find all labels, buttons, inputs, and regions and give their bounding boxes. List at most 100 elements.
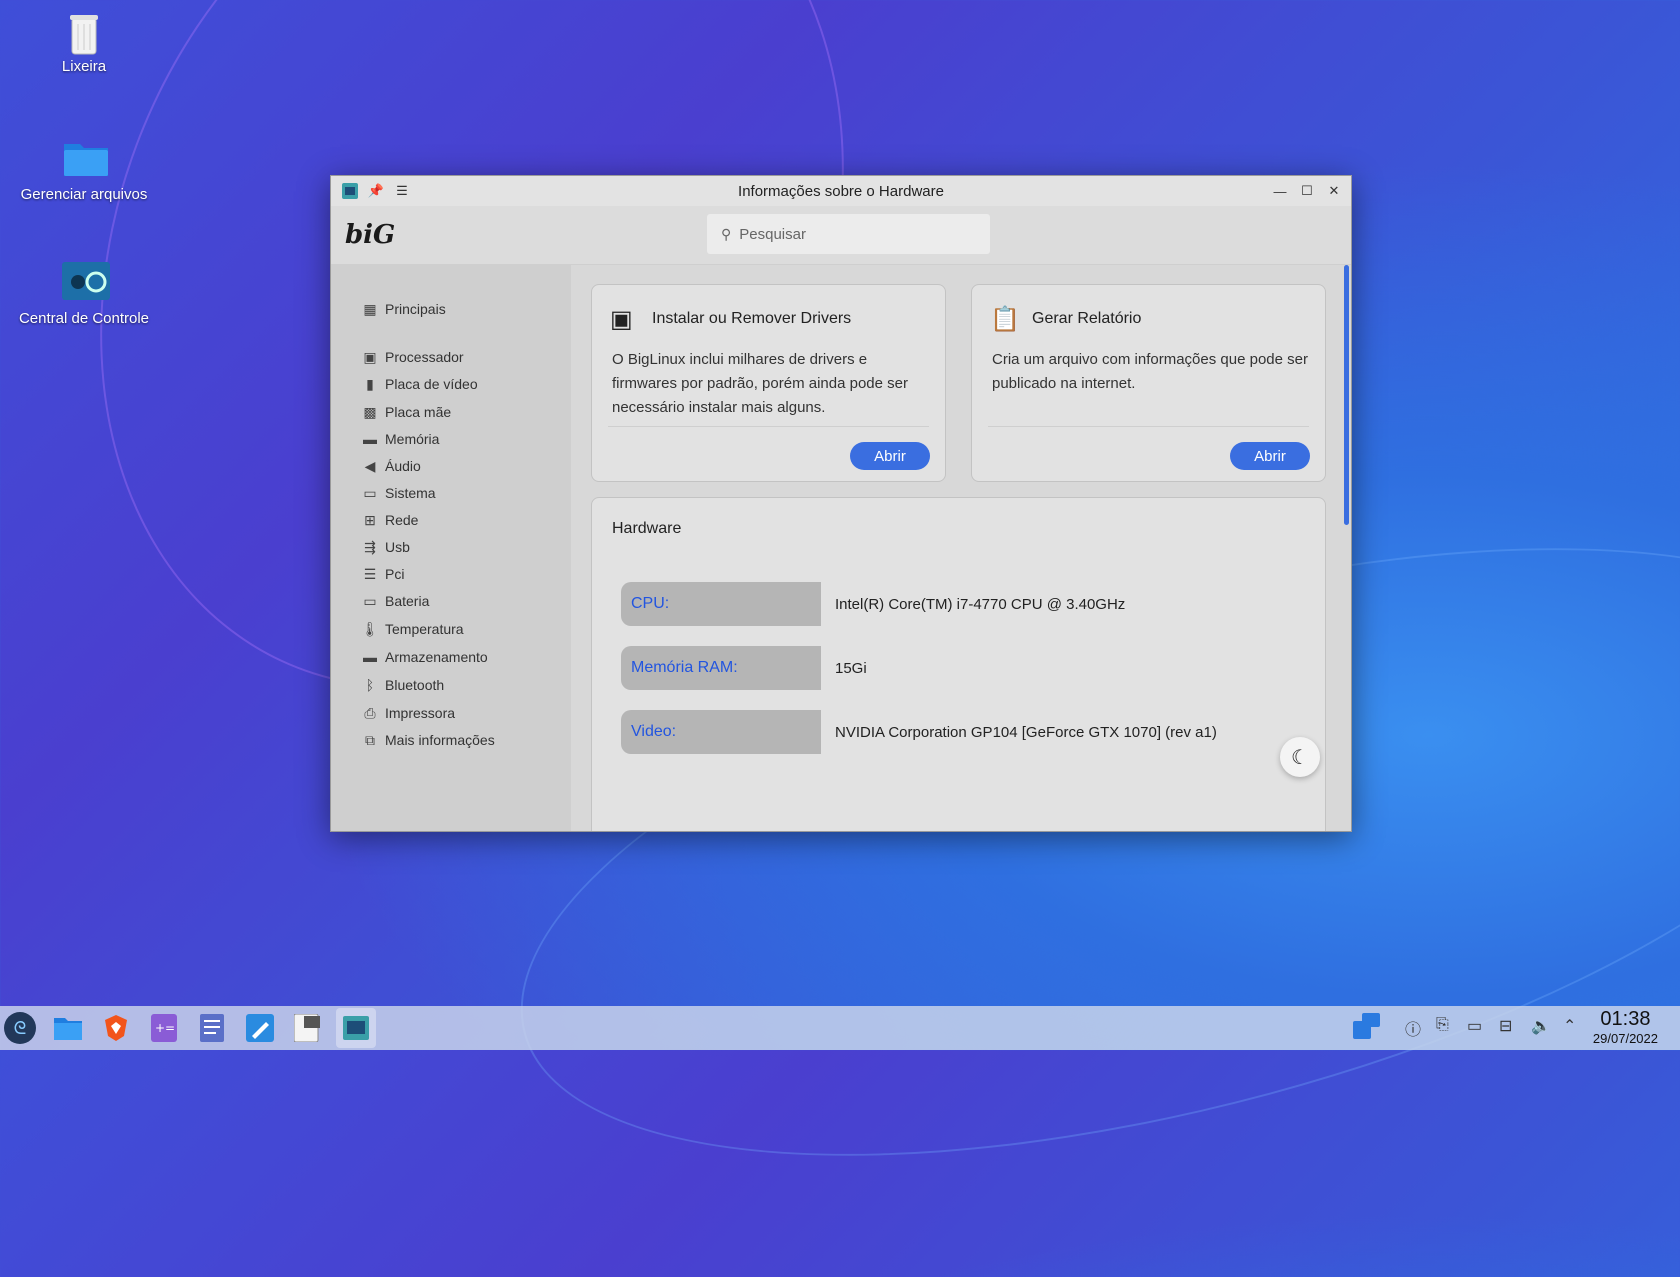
maximize-icon[interactable]: ☐	[1296, 180, 1318, 202]
dark-mode-toggle-moon-icon[interactable]: ☾	[1280, 737, 1320, 777]
sidebar-item-temperatura[interactable]: 🌡 Temperatura	[361, 621, 464, 638]
hw-value: 15Gi	[835, 659, 867, 677]
hw-value: Intel(R) Core(TM) i7-4770 CPU @ 3.40GHz	[835, 595, 1126, 613]
search-placeholder: Pesquisar	[739, 225, 806, 243]
clock-time: 01:38	[1600, 1008, 1651, 1030]
folder-icon	[62, 138, 108, 182]
desktop-icon-label: Lixeira	[61, 58, 107, 75]
sidebar-item-label: Bateria	[385, 593, 430, 609]
svg-text:+=: +=	[155, 1021, 175, 1035]
calculator-icon[interactable]: +=	[148, 1012, 180, 1044]
window-titlebar[interactable]: 📌 ☰ Informações sobre o Hardware — ☐ ✕	[331, 176, 1351, 206]
more-info-icon: ⧉	[365, 731, 375, 748]
minimize-icon[interactable]: —	[1269, 180, 1291, 202]
sidebar-item-usb[interactable]: ⇶ Usb	[361, 538, 410, 556]
sidebar-item-sistema[interactable]: ▭ Sistema	[361, 484, 436, 502]
clock[interactable]: 01:38 29/07/2022	[1593, 1008, 1658, 1046]
hardware-card-title: Hardware	[612, 520, 682, 537]
documents-icon[interactable]	[196, 1012, 228, 1044]
sidebar-item-label: Bluetooth	[385, 677, 445, 693]
sidebar-item-label: Processador	[385, 349, 464, 365]
drivers-card: ▣ Instalar ou Remover Drivers O BigLinux…	[591, 284, 946, 482]
sidebar-item-placa-mae[interactable]: ▩ Placa mãe	[361, 403, 452, 421]
desktop-icon-trash[interactable]: Lixeira	[9, 10, 159, 75]
hw-key: Video:	[621, 710, 821, 754]
report-card: 📋 Gerar Relatório Cria um arquivo com in…	[971, 284, 1326, 482]
sidebar-item-processador[interactable]: ▣ Processador	[361, 348, 464, 366]
drivers-open-button[interactable]: Abrir	[850, 442, 930, 470]
brave-icon[interactable]	[100, 1012, 132, 1044]
clock-date: 29/07/2022	[1592, 1031, 1658, 1046]
main-content: ▣ Instalar ou Remover Drivers O BigLinux…	[571, 265, 1351, 831]
pci-icon: ☰	[363, 565, 377, 582]
sidebar-item-placa-de-video[interactable]: ▮ Placa de vídeo	[361, 375, 478, 393]
sidebar-item-label: Temperatura	[385, 621, 464, 637]
big-store-icon[interactable]	[292, 1012, 324, 1044]
desktop-pager-icon[interactable]	[1352, 1012, 1382, 1045]
hw-row-video: Video: NVIDIA Corporation GP104 [GeForce…	[621, 710, 1217, 754]
drivers-card-title: Instalar ou Remover Drivers	[652, 310, 852, 327]
sidebar-item-label: Sistema	[385, 485, 436, 501]
grid-icon: ▦	[363, 300, 377, 317]
sidebar-item-label: Memória	[385, 431, 440, 447]
memory-icon: ▬	[363, 431, 377, 447]
close-icon[interactable]: ✕	[1323, 180, 1345, 202]
gpu-icon: ▮	[366, 375, 374, 392]
search-icon: ⚲	[721, 225, 732, 242]
control-center-icon	[62, 262, 110, 306]
app-icon[interactable]	[339, 180, 361, 202]
cpu-icon: ▣	[363, 348, 377, 365]
sidebar-item-label: Principais	[385, 301, 446, 317]
bluetooth-icon: ᛒ	[365, 677, 375, 693]
chevron-up-icon[interactable]: ⌃	[1563, 1016, 1576, 1036]
clipboard-icon[interactable]: ⎘	[1436, 1016, 1449, 1034]
hw-key: Memória RAM:	[621, 646, 821, 690]
start-menu-icon[interactable]: ᘓ	[4, 1012, 36, 1044]
hardware-info-icon[interactable]	[336, 1008, 376, 1048]
network-icon: ⊞	[364, 511, 376, 528]
trash-icon	[62, 10, 106, 55]
sidebar-item-armazenamento[interactable]: ▬ Armazenamento	[361, 649, 488, 665]
network-icon[interactable]: ⊟	[1499, 1016, 1512, 1036]
sidebar-item-bluetooth[interactable]: ᛒ Bluetooth	[361, 677, 444, 693]
menu-icon[interactable]: ☰	[391, 180, 413, 202]
display-icon[interactable]: ▭	[1467, 1016, 1482, 1036]
chip-icon: ▣	[610, 306, 633, 333]
battery-icon: ▭	[363, 592, 377, 609]
sidebar-item-memoria[interactable]: ▬ Memória	[361, 431, 439, 447]
monitor-icon: ▭	[363, 484, 377, 501]
sidebar-item-mais-informacoes[interactable]: ⧉ Mais informações	[361, 731, 495, 749]
hw-row-ram: Memória RAM: 15Gi	[621, 646, 867, 690]
drivers-card-body: O BigLinux inclui milhares de drivers e …	[612, 351, 908, 416]
report-card-title: Gerar Relatório	[1032, 310, 1142, 327]
hw-value: NVIDIA Corporation GP104 [GeForce GTX 10…	[835, 723, 1217, 741]
report-open-button[interactable]: Abrir	[1230, 442, 1310, 470]
pin-icon[interactable]: 📌	[365, 180, 387, 202]
search-input[interactable]: ⚲ Pesquisar	[707, 214, 990, 254]
sidebar-item-principais[interactable]: ▦ Principais	[361, 300, 446, 318]
volume-icon[interactable]: 🔈	[1531, 1016, 1551, 1036]
sidebar-item-label: Mais informações	[385, 732, 495, 748]
app-header: biG ⚲ Pesquisar	[331, 206, 1351, 265]
sidebar-item-audio[interactable]: ◀ Áudio	[361, 458, 421, 475]
motherboard-icon: ▩	[363, 403, 377, 420]
text-editor-icon[interactable]	[244, 1012, 276, 1044]
sidebar: ▦ Principais ▣ Processador ▮ Placa de vídeo…	[331, 265, 571, 831]
sidebar-item-impressora[interactable]: ⎙ Impressora	[361, 704, 455, 722]
desktop-icon-files[interactable]: Gerenciar arquivos	[9, 138, 159, 203]
desktop-icon-control-center[interactable]: Central de Controle	[9, 262, 159, 327]
sidebar-item-label: Placa de vídeo	[385, 376, 478, 392]
content-scrollbar[interactable]	[1344, 265, 1349, 525]
sidebar-item-label: Placa mãe	[385, 404, 452, 420]
info-icon[interactable]: ⓘ	[1405, 1016, 1421, 1040]
storage-icon: ▬	[363, 649, 377, 665]
hw-key: CPU:	[621, 582, 821, 626]
sidebar-item-bateria[interactable]: ▭ Bateria	[361, 592, 430, 610]
sidebar-item-label: Áudio	[385, 458, 421, 474]
printer-icon: ⎙	[364, 704, 376, 721]
desktop-icon-label: Gerenciar arquivos	[20, 186, 148, 203]
files-icon[interactable]	[52, 1012, 84, 1044]
sidebar-item-rede[interactable]: ⊞ Rede	[361, 511, 418, 529]
sidebar-item-pci[interactable]: ☰ Pci	[361, 565, 405, 583]
usb-icon: ⇶	[364, 538, 376, 555]
